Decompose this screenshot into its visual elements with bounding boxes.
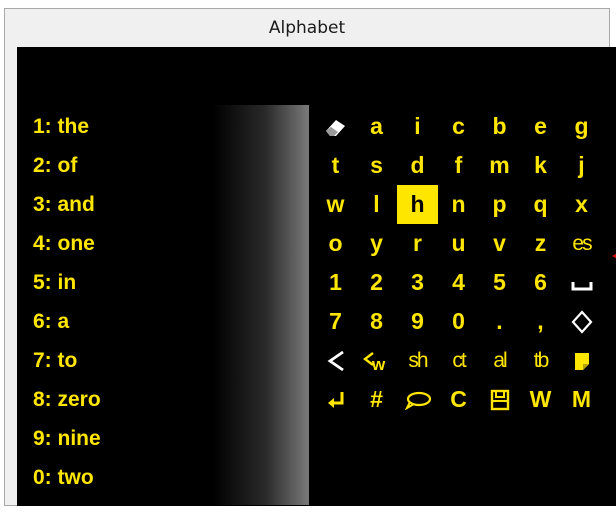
letter-grid: a i c b e g t s d f m k j w l h n p q x …	[315, 107, 616, 419]
prediction-item[interactable]: 1: the	[33, 107, 223, 146]
key-h-selected[interactable]: h	[397, 185, 438, 224]
grid-row: t s d f m k j	[315, 146, 616, 185]
prediction-item[interactable]: 8: zero	[33, 380, 223, 419]
key-es[interactable]: es	[561, 224, 602, 263]
space-key[interactable]	[561, 263, 602, 302]
key-period[interactable]: .	[479, 302, 520, 341]
key-g[interactable]: g	[561, 107, 602, 146]
window-title: Alphabet	[268, 18, 346, 38]
grid-row: w l h n p q x	[315, 185, 616, 224]
grid-row: o y r u v z es	[315, 224, 616, 263]
key-m[interactable]: m	[479, 146, 520, 185]
key-c[interactable]: c	[438, 107, 479, 146]
speech-bubble-icon	[404, 391, 431, 410]
key-j[interactable]: j	[561, 146, 602, 185]
grid-row: # C W M	[315, 380, 616, 419]
key-t[interactable]: t	[315, 146, 356, 185]
key-d[interactable]: d	[397, 146, 438, 185]
enter-icon	[327, 391, 343, 408]
prediction-item[interactable]: 6: a	[33, 302, 223, 341]
key-i[interactable]: i	[397, 107, 438, 146]
backspace-key[interactable]	[315, 341, 356, 380]
key-z[interactable]: z	[520, 224, 561, 263]
grid-row: 7 8 9 0 . ,	[315, 302, 616, 341]
key-l[interactable]: l	[356, 185, 397, 224]
grid-row: 1 2 3 4 5 6	[315, 263, 616, 302]
note-key[interactable]	[561, 341, 602, 380]
key-9[interactable]: 9	[397, 302, 438, 341]
diamond-key[interactable]	[561, 302, 602, 341]
grid-row: a i c b e g	[315, 107, 616, 146]
key-W[interactable]: W	[520, 380, 561, 419]
key-0[interactable]: 0	[438, 302, 479, 341]
back-word-key[interactable]: w	[356, 341, 397, 380]
prediction-item[interactable]: 5: in	[33, 263, 223, 302]
key-8[interactable]: 8	[356, 302, 397, 341]
prediction-item[interactable]: 9: nine	[33, 419, 223, 458]
key-y[interactable]: y	[356, 224, 397, 263]
key-k[interactable]: k	[520, 146, 561, 185]
key-6[interactable]: 6	[520, 263, 561, 302]
key-n[interactable]: n	[438, 185, 479, 224]
keyboard-canvas: 1: the 2: of 3: and 4: one 5: in 6: a 7:…	[17, 47, 616, 506]
scan-gradient-bar	[213, 105, 309, 505]
key-r[interactable]: r	[397, 224, 438, 263]
clear-key[interactable]: C	[438, 380, 479, 419]
key-3[interactable]: 3	[397, 263, 438, 302]
speak-key[interactable]	[397, 380, 438, 419]
key-hash[interactable]: #	[356, 380, 397, 419]
key-5[interactable]: 5	[479, 263, 520, 302]
prediction-item[interactable]: 2: of	[33, 146, 223, 185]
svg-text:w: w	[371, 355, 386, 373]
key-p[interactable]: p	[479, 185, 520, 224]
key-f[interactable]: f	[438, 146, 479, 185]
key-ct[interactable]: ct	[438, 341, 479, 380]
word-prediction-list: 1: the 2: of 3: and 4: one 5: in 6: a 7:…	[33, 107, 223, 497]
edge-marker	[612, 252, 616, 260]
prediction-item[interactable]: 7: to	[33, 341, 223, 380]
key-al[interactable]: al	[479, 341, 520, 380]
enter-key[interactable]	[315, 380, 356, 419]
key-2[interactable]: 2	[356, 263, 397, 302]
back-word-icon: w	[362, 351, 386, 373]
prediction-item[interactable]: 4: one	[33, 224, 223, 263]
key-1[interactable]: 1	[315, 263, 356, 302]
key-7[interactable]: 7	[315, 302, 356, 341]
key-o[interactable]: o	[315, 224, 356, 263]
key-comma[interactable]: ,	[520, 302, 561, 341]
key-b[interactable]: b	[479, 107, 520, 146]
key-s[interactable]: s	[356, 146, 397, 185]
prediction-item[interactable]: 3: and	[33, 185, 223, 224]
key-x[interactable]: x	[561, 185, 602, 224]
save-icon	[490, 389, 509, 410]
grid-row: w sh ct al tb	[315, 341, 616, 380]
key-sh[interactable]: sh	[397, 341, 438, 380]
alphabet-window: Alphabet 1: the 2: of 3: and 4: one 5: i…	[4, 8, 616, 506]
prediction-item[interactable]: 0: two	[33, 458, 223, 497]
back-arrow-icon	[327, 350, 344, 371]
key-tb[interactable]: tb	[520, 341, 561, 380]
key-q[interactable]: q	[520, 185, 561, 224]
save-key[interactable]	[479, 380, 520, 419]
key-M[interactable]: M	[561, 380, 602, 419]
key-a[interactable]: a	[356, 107, 397, 146]
eraser-key[interactable]	[315, 107, 356, 146]
key-v[interactable]: v	[479, 224, 520, 263]
space-icon	[571, 281, 592, 290]
note-icon	[574, 352, 589, 370]
diamond-icon	[571, 309, 592, 334]
key-e[interactable]: e	[520, 107, 561, 146]
key-u[interactable]: u	[438, 224, 479, 263]
key-w[interactable]: w	[315, 185, 356, 224]
key-4[interactable]: 4	[438, 263, 479, 302]
eraser-icon	[325, 119, 345, 136]
